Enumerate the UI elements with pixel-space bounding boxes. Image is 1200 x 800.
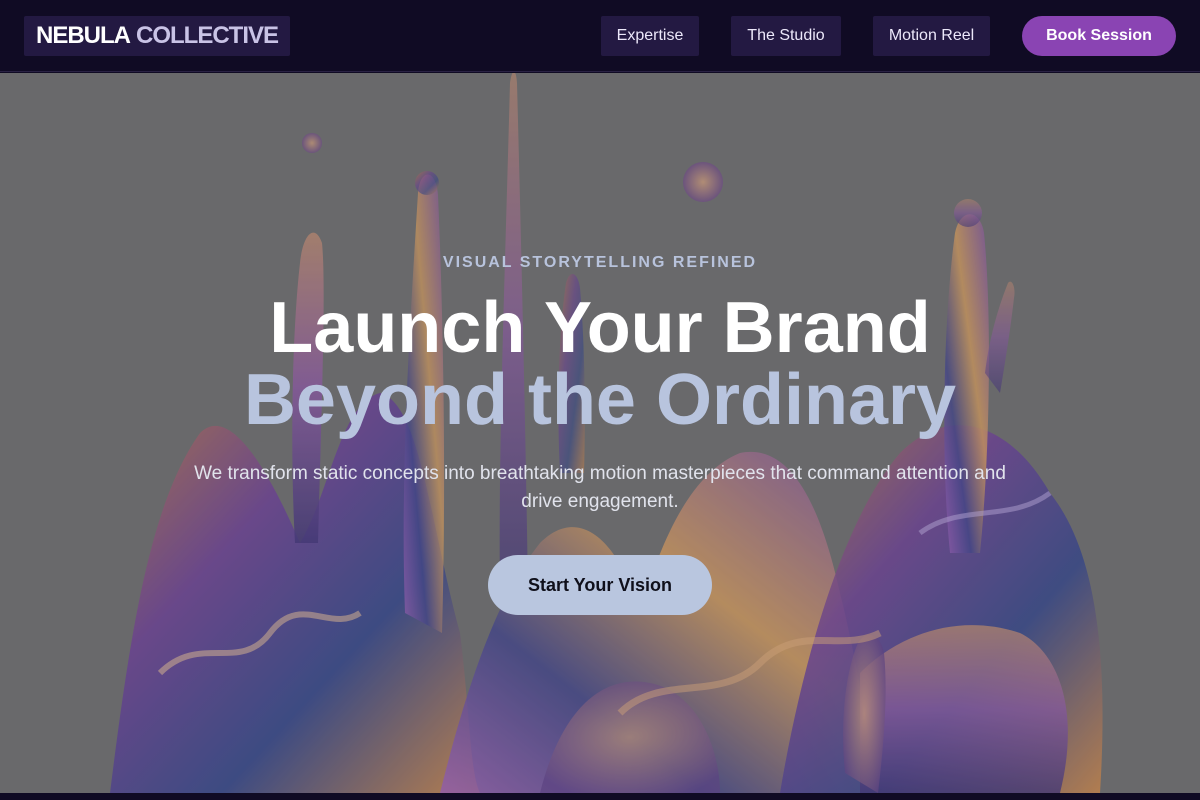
nav-link-motion-reel[interactable]: Motion Reel xyxy=(873,16,990,56)
hero-eyebrow: VISUAL STORYTELLING REFINED xyxy=(442,254,758,271)
brand-name-primary: NEBULA xyxy=(36,22,131,49)
hero-subtitle: We transform static concepts into breath… xyxy=(194,463,1006,512)
hero-headline-line2: Beyond the Ordinary xyxy=(243,360,957,440)
book-session-button[interactable]: Book Session xyxy=(1022,16,1176,56)
start-vision-button[interactable]: Start Your Vision xyxy=(488,555,712,615)
footer-edge xyxy=(0,793,1200,800)
nav-link-studio[interactable]: The Studio xyxy=(731,16,841,56)
brand-name-secondary: COLLECTIVE xyxy=(136,22,279,49)
brand-logo[interactable]: NEBULA COLLECTIVE xyxy=(24,16,291,56)
top-navigation: NEBULA COLLECTIVE Expertise The Studio M… xyxy=(0,0,1200,72)
nav-link-expertise[interactable]: Expertise xyxy=(601,16,699,56)
hero-section: VISUAL STORYTELLING REFINED Launch Your … xyxy=(0,73,1200,793)
